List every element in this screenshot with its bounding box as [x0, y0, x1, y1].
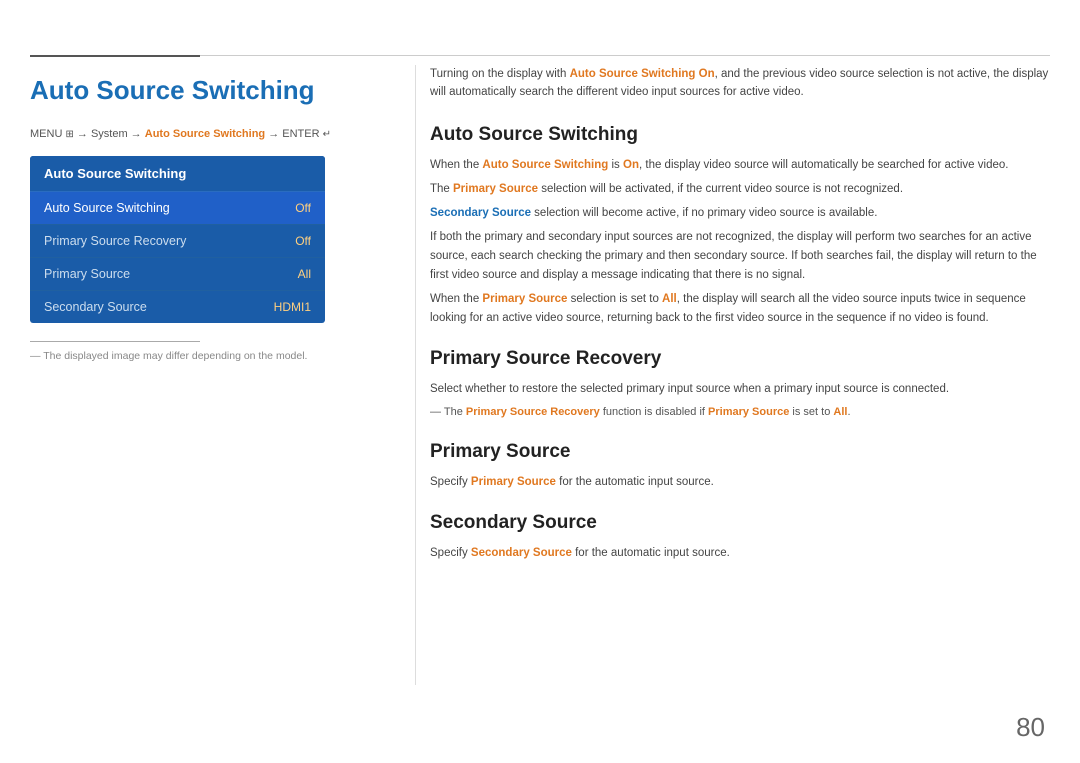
footnote-dash: ― — [30, 350, 43, 362]
section-para-secondary-1: Specify Secondary Source for the automat… — [430, 544, 1050, 563]
menu-item-label: Auto Source Switching — [44, 201, 170, 215]
footnote-divider — [30, 341, 200, 342]
menu-item-label: Primary Source Recovery — [44, 234, 186, 248]
right-column: Turning on the display with Auto Source … — [430, 65, 1050, 583]
section-primary-source: Primary Source Specify Primary Source fo… — [430, 441, 1050, 492]
menu-item-secondary-source[interactable]: Secondary Source HDMI1 — [30, 291, 325, 323]
section-para-1: When the Auto Source Switching is On, th… — [430, 156, 1050, 175]
section-auto-source-switching: Auto Source Switching When the Auto Sour… — [430, 124, 1050, 328]
section-title-secondary-source: Secondary Source — [430, 512, 1050, 534]
intro-bold-1: Auto Source Switching On — [570, 68, 715, 80]
section-note-recovery: The Primary Source Recovery function is … — [430, 404, 1050, 422]
section-para-3: Secondary Source selection will become a… — [430, 204, 1050, 223]
top-accent — [30, 55, 200, 57]
breadcrumb-part1: → System → — [74, 128, 145, 140]
page-number: 80 — [1016, 712, 1045, 743]
section-para-recovery-1: Select whether to restore the selected p… — [430, 380, 1050, 399]
section-title-auto-source: Auto Source Switching — [430, 124, 1050, 146]
breadcrumb-menu-icon: ⊞ — [65, 129, 73, 140]
section-para-primary-1: Specify Primary Source for the automatic… — [430, 473, 1050, 492]
intro-paragraph: Turning on the display with Auto Source … — [430, 65, 1050, 102]
column-divider — [415, 65, 416, 685]
breadcrumb-prefix: MENU — [30, 128, 65, 140]
footnote-content: The displayed image may differ depending… — [43, 350, 307, 362]
menu-item-primary-source[interactable]: Primary Source All — [30, 258, 325, 291]
menu-item-value: All — [298, 267, 311, 281]
menu-item-primary-source-recovery[interactable]: Primary Source Recovery Off — [30, 225, 325, 258]
page-title: Auto Source Switching — [30, 75, 400, 106]
breadcrumb-part2: → ENTER — [265, 128, 322, 140]
menu-item-auto-source-switching[interactable]: Auto Source Switching Off — [30, 192, 325, 225]
menu-item-value: HDMI1 — [274, 300, 311, 314]
footnote-text: ― The displayed image may differ dependi… — [30, 350, 400, 362]
left-column: Auto Source Switching MENU ⊞ → System → … — [30, 65, 400, 362]
menu-item-label: Secondary Source — [44, 300, 147, 314]
breadcrumb-enter-icon: ↵ — [323, 129, 331, 140]
menu-panel-header: Auto Source Switching — [30, 156, 325, 192]
section-para-4: If both the primary and secondary input … — [430, 228, 1050, 285]
section-title-primary-recovery: Primary Source Recovery — [430, 348, 1050, 370]
menu-item-label: Primary Source — [44, 267, 130, 281]
breadcrumb-highlight: Auto Source Switching — [145, 128, 265, 140]
section-para-2: The Primary Source selection will be act… — [430, 180, 1050, 199]
breadcrumb: MENU ⊞ → System → Auto Source Switching … — [30, 128, 400, 140]
menu-panel: Auto Source Switching Auto Source Switch… — [30, 156, 325, 323]
menu-item-value: Off — [295, 234, 311, 248]
section-title-primary-source: Primary Source — [430, 441, 1050, 463]
section-para-5: When the Primary Source selection is set… — [430, 290, 1050, 328]
menu-item-value: Off — [295, 201, 311, 215]
section-secondary-source: Secondary Source Specify Secondary Sourc… — [430, 512, 1050, 563]
section-primary-source-recovery: Primary Source Recovery Select whether t… — [430, 348, 1050, 422]
